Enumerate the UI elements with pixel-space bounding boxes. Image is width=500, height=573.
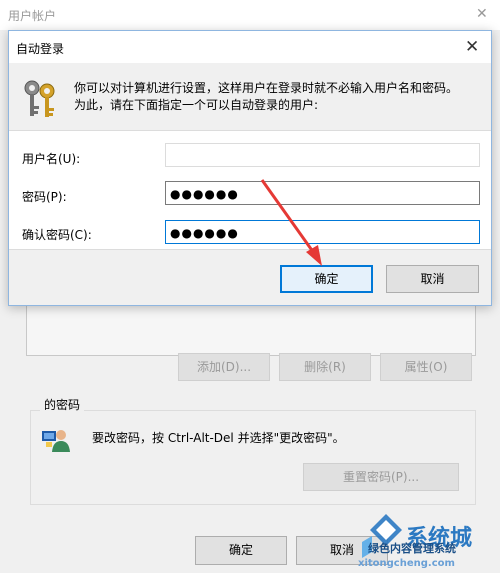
ok-button[interactable]: 确定 xyxy=(280,265,373,293)
auto-login-description: 你可以对计算机进行设置，这样用户在登录时就不必输入用户名和密码。 为此，请在下面… xyxy=(74,80,474,114)
description-line-1: 你可以对计算机进行设置，这样用户在登录时就不必输入用户名和密码。 xyxy=(74,81,459,95)
users-list[interactable] xyxy=(26,298,476,356)
username-field[interactable] xyxy=(165,143,480,167)
cancel-button[interactable]: 取消 xyxy=(386,265,479,293)
confirm-password-label: 确认密码(C): xyxy=(22,228,92,242)
username-label: 用户名(U): xyxy=(22,152,81,166)
remove-user-button[interactable]: 删除(R) xyxy=(279,353,371,381)
password-field[interactable]: ●●●●●● xyxy=(165,181,480,205)
user-accounts-titlebar xyxy=(0,0,500,30)
auto-login-title: 自动登录 xyxy=(16,42,65,56)
add-user-button[interactable]: 添加(D)... xyxy=(178,353,270,381)
watermark-url: xitongcheng.com xyxy=(358,558,455,569)
dialog-close-icon[interactable]: ✕ xyxy=(465,37,479,57)
confirm-password-field[interactable]: ●●●●●● xyxy=(165,220,480,244)
change-password-hint: 要改密码，按 Ctrl-Alt-Del 并选择"更改密码"。 xyxy=(92,431,345,445)
user-accounts-close-icon[interactable]: ✕ xyxy=(476,6,488,22)
reset-password-button[interactable]: 重置密码(P)... xyxy=(303,463,459,491)
password-label: 密码(P): xyxy=(22,190,67,204)
description-line-2: 为此，请在下面指定一个可以自动登录的用户: xyxy=(74,98,319,112)
user-accounts-ok-button[interactable]: 确定 xyxy=(195,536,287,565)
watermark-tagline: 绿色内容管理系统 xyxy=(368,542,456,555)
keys-icon xyxy=(20,78,62,120)
password-group-label: 的密码 xyxy=(40,396,85,413)
auto-login-titlebar xyxy=(9,31,491,63)
user-accounts-title: 用户帐户 xyxy=(8,9,57,23)
user-password-icon xyxy=(40,425,72,453)
properties-button[interactable]: 属性(O) xyxy=(380,353,472,381)
